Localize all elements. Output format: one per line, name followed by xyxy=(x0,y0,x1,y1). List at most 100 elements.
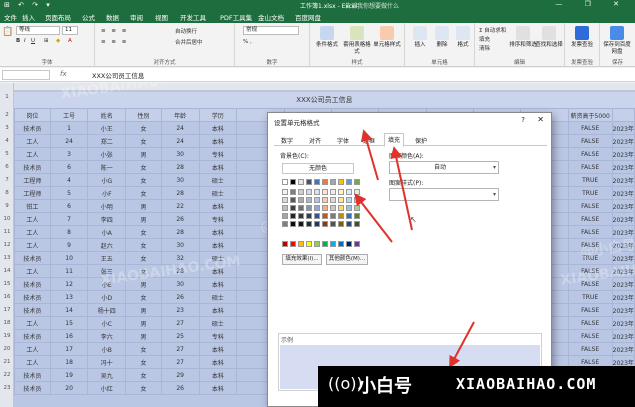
tint-color-swatch[interactable] xyxy=(282,221,288,227)
table-cell[interactable]: 女 xyxy=(125,251,162,265)
table-cell[interactable]: FALSE xyxy=(567,225,613,239)
table-cell[interactable]: 工程师 xyxy=(14,173,51,187)
table-cell[interactable]: 3 xyxy=(49,147,89,161)
row-number[interactable]: 13 xyxy=(0,255,14,261)
clear-button[interactable]: 清除 xyxy=(479,44,490,52)
tint-color-swatch[interactable] xyxy=(346,221,352,227)
tint-color-swatch[interactable] xyxy=(322,205,328,211)
table-cell[interactable]: 王五 xyxy=(87,251,127,265)
theme-color-swatch[interactable] xyxy=(330,179,336,185)
table-cell[interactable]: 本科 xyxy=(198,277,238,291)
header-cell[interactable]: 学历 xyxy=(198,108,238,122)
table-cell[interactable]: 女 xyxy=(125,186,162,200)
standard-color-swatch[interactable] xyxy=(290,241,296,247)
table-cell[interactable]: 27 xyxy=(160,316,200,330)
tint-color-swatch[interactable] xyxy=(354,213,360,219)
table-cell[interactable]: 硕士 xyxy=(198,186,238,200)
table-cell[interactable]: 本科 xyxy=(198,264,238,278)
fill-button[interactable]: 填充 xyxy=(479,35,490,43)
header-cell[interactable]: 性别 xyxy=(125,108,162,122)
theme-color-swatch[interactable] xyxy=(306,179,312,185)
table-cell[interactable]: 男 xyxy=(125,316,162,330)
tab-formulas[interactable]: 公式 xyxy=(82,12,95,22)
table-cell[interactable]: 女 xyxy=(125,134,162,148)
table-cell[interactable]: 小王 xyxy=(87,121,127,135)
table-cell[interactable]: 13 xyxy=(49,290,89,304)
standard-color-swatch[interactable] xyxy=(322,241,328,247)
tell-me-search[interactable]: 告诉我你想要做什么 xyxy=(345,1,399,10)
table-cell[interactable]: 12 xyxy=(49,277,89,291)
table-cell[interactable]: 32 xyxy=(160,251,200,265)
font-name-box[interactable]: 等线 xyxy=(16,26,60,35)
table-cell[interactable]: 小张 xyxy=(87,147,127,161)
table-cell[interactable]: 2023年 xyxy=(611,147,635,161)
table-cell[interactable]: 2023年 xyxy=(611,160,635,174)
table-cell[interactable]: 工人 xyxy=(14,355,51,369)
table-cell[interactable]: 27 xyxy=(160,355,200,369)
tab-font[interactable]: 字体 xyxy=(334,135,352,146)
row-number[interactable]: 7 xyxy=(0,177,14,183)
tint-color-swatch[interactable] xyxy=(314,197,320,203)
table-cell[interactable]: 小F xyxy=(87,186,127,200)
table-cell[interactable]: 小红 xyxy=(87,381,127,395)
table-cell[interactable]: 29 xyxy=(160,368,200,382)
font-color-icon[interactable]: A xyxy=(68,38,72,44)
table-cell[interactable]: 本科 xyxy=(198,238,238,252)
standard-color-swatch[interactable] xyxy=(354,241,360,247)
table-cell[interactable]: 2023年 xyxy=(611,342,635,356)
table-cell[interactable]: 28 xyxy=(160,186,200,200)
percent-style-button[interactable]: % , xyxy=(243,39,252,45)
row-number[interactable]: 20 xyxy=(0,346,14,352)
table-cell[interactable]: FALSE xyxy=(567,134,613,148)
row-number[interactable]: 1 xyxy=(0,94,14,100)
table-cell[interactable]: 硕士 xyxy=(198,290,238,304)
underline-icon[interactable]: U xyxy=(31,38,35,44)
table-cell[interactable]: 技术员 xyxy=(14,368,51,382)
quick-access-toolbar[interactable]: ⊞ ↶ ↷ ▾ xyxy=(4,1,53,9)
table-format-button[interactable]: 套用表格格式 xyxy=(342,26,372,56)
tint-color-swatch[interactable] xyxy=(354,189,360,195)
table-cell[interactable]: 工人 xyxy=(14,212,51,226)
table-cell[interactable]: 2023年 xyxy=(611,316,635,330)
row-number[interactable]: 15 xyxy=(0,281,14,287)
header-cell[interactable]: 岗位 xyxy=(14,108,51,122)
table-cell[interactable]: 24 xyxy=(49,134,89,148)
header-cell[interactable]: 工号 xyxy=(49,108,89,122)
row-number[interactable]: 2 xyxy=(0,112,14,118)
table-cell[interactable]: 小G xyxy=(87,173,127,187)
table-cell[interactable]: 本科 xyxy=(198,342,238,356)
table-cell[interactable]: 技术员 xyxy=(14,251,51,265)
table-cell[interactable]: 女 xyxy=(125,173,162,187)
theme-color-swatch[interactable] xyxy=(322,179,328,185)
table-cell[interactable]: 专科 xyxy=(198,329,238,343)
theme-color-swatch[interactable] xyxy=(354,179,360,185)
italic-icon[interactable]: I xyxy=(24,38,26,44)
row-number[interactable]: 9 xyxy=(0,203,14,209)
find-select-button[interactable]: 查找和选择 xyxy=(535,26,563,49)
table-cell[interactable]: 专科 xyxy=(198,147,238,161)
format-cells-button[interactable]: 格式 xyxy=(448,26,478,49)
tint-color-swatch[interactable] xyxy=(314,221,320,227)
fx-icon[interactable]: fx xyxy=(60,70,67,78)
table-cell[interactable]: 26 xyxy=(160,381,200,395)
tint-color-swatch[interactable] xyxy=(354,197,360,203)
cell-style-button[interactable]: 单元格样式 xyxy=(372,26,402,49)
table-cell[interactable]: 6 xyxy=(49,160,89,174)
tab-baidu[interactable]: 百度网盘 xyxy=(295,12,321,22)
table-cell[interactable]: 工人 xyxy=(14,134,51,148)
table-cell[interactable]: 2023年 xyxy=(611,173,635,187)
table-cell[interactable]: 李四 xyxy=(87,212,127,226)
table-cell[interactable]: 小明 xyxy=(87,199,127,213)
tint-color-swatch[interactable] xyxy=(314,205,320,211)
theme-color-swatch[interactable] xyxy=(314,179,320,185)
table-cell[interactable]: 9 xyxy=(49,238,89,252)
table-cell[interactable]: 17 xyxy=(49,342,89,356)
table-cell[interactable]: 19 xyxy=(49,368,89,382)
row-number[interactable]: 23 xyxy=(0,385,14,391)
row-number[interactable]: 11 xyxy=(0,229,14,235)
table-cell[interactable]: 26 xyxy=(160,212,200,226)
standard-color-swatch[interactable] xyxy=(346,241,352,247)
tint-color-swatch[interactable] xyxy=(322,197,328,203)
table-cell[interactable]: 工程师 xyxy=(14,186,51,200)
paste-icon[interactable]: 📋 xyxy=(2,27,13,37)
